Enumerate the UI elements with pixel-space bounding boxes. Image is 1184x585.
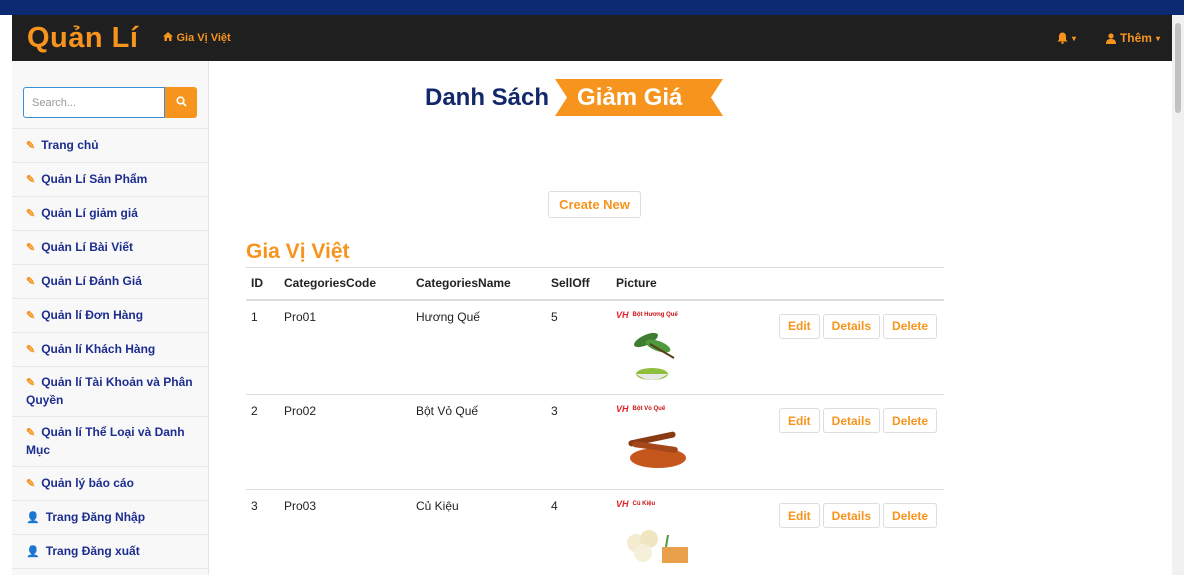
- page-title: Danh Sách Giảm Giá: [425, 79, 724, 116]
- table-row: 2 Pro02 Bột Vỏ Quế 3 VH Bột Vỏ Quế Edit …: [246, 394, 944, 490]
- cell-name: Bột Vỏ Quế: [411, 394, 546, 490]
- table-row: 3 Pro03 Củ Kiệu 4 VH Củ Kiệu Edit Detail…: [246, 490, 944, 585]
- more-dropdown[interactable]: Thêm ▾: [1105, 31, 1160, 45]
- search-icon: [175, 95, 187, 110]
- edit-icon: ✎: [26, 478, 36, 490]
- details-button[interactable]: Details: [822, 503, 881, 528]
- edit-icon: ✎: [26, 310, 36, 322]
- edit-button[interactable]: Edit: [779, 503, 820, 528]
- column-header-selloff: SellOff: [546, 267, 611, 301]
- brand-title[interactable]: Quản Lí: [27, 22, 138, 55]
- page-title-banner: Giảm Giá: [555, 79, 724, 116]
- sidebar-item-logout[interactable]: 👤 Trang Đăng xuất: [12, 535, 208, 569]
- brand-logo: VH Củ Kiệu: [616, 499, 656, 509]
- edit-icon: ✎: [26, 242, 36, 254]
- sidebar-menu: ✎ Trang chủ ✎ Quản Lí Sản Phẩm ✎ Quản Lí gi…: [12, 129, 208, 569]
- page-scrollbar[interactable]: [1172, 15, 1184, 575]
- cinnamon-sticks-icon: [628, 431, 686, 468]
- edit-icon: ✎: [26, 208, 36, 220]
- edit-icon: ✎: [26, 344, 36, 356]
- sidebar-item-reports[interactable]: ✎ Quản lý báo cáo: [12, 467, 208, 501]
- sidebar-item-orders[interactable]: ✎ Quản lí Đơn Hàng: [12, 299, 208, 333]
- search-button[interactable]: [165, 87, 197, 118]
- home-icon: [163, 32, 174, 44]
- edit-icon: ✎: [26, 427, 36, 439]
- delete-button[interactable]: Delete: [883, 503, 938, 528]
- cell-selloff: 5: [546, 299, 611, 395]
- create-new-button[interactable]: Create New: [548, 191, 641, 218]
- window-top-strip: [0, 0, 1184, 15]
- home-link[interactable]: Gia Vị Việt: [163, 32, 231, 44]
- cell-code: Pro03: [284, 499, 317, 513]
- user-icon: 👤: [26, 512, 40, 524]
- sidebar-search: Search...: [12, 61, 208, 129]
- column-header-name: CategoriesName: [411, 267, 546, 301]
- table-row: 1 Pro01 Hương Quế 5 VH Bột Hương Quế Edi…: [246, 299, 944, 395]
- details-button[interactable]: Details: [822, 408, 881, 433]
- top-navbar: Quản Lí Gia Vị Việt ▾ Thêm ▾: [12, 15, 1172, 61]
- brand-logo: VH Bột Vỏ Quế: [616, 404, 666, 414]
- cell-selloff: 4: [551, 499, 558, 513]
- user-icon: 👤: [26, 546, 40, 558]
- product-image: VH Bột Vỏ Quế: [616, 404, 696, 482]
- cell-id: 1: [246, 299, 279, 395]
- edit-icon: ✎: [26, 377, 36, 389]
- cell-selloff: 3: [546, 394, 611, 490]
- sidebar-item-discounts[interactable]: ✎ Quản Lí giảm giá: [12, 197, 208, 231]
- user-icon: [1105, 32, 1116, 44]
- discount-table: ID CategoriesCode CategoriesName SellOff…: [246, 267, 944, 585]
- sidebar-item-login[interactable]: 👤 Trang Đăng Nhập: [12, 501, 208, 535]
- sidebar-item-customers[interactable]: ✎ Quản lí Khách Hàng: [12, 333, 208, 367]
- bell-icon: [1057, 32, 1068, 44]
- edit-icon: ✎: [26, 276, 36, 288]
- details-button[interactable]: Details: [822, 313, 881, 339]
- cell-code: Pro01: [279, 299, 411, 395]
- column-header-actions: [774, 267, 944, 301]
- chevron-down-icon: ▾: [1071, 33, 1076, 43]
- column-header-code: CategoriesCode: [279, 267, 411, 301]
- cell-id: 2: [246, 394, 279, 490]
- cinnamon-powder-icon: [634, 332, 675, 380]
- sidebar: Search... ✎ Trang chủ ✎ Quản Lí Sản Phẩm ✎…: [12, 61, 209, 575]
- sidebar-item-reviews[interactable]: ✎ Quản Lí Đánh Giá: [12, 265, 208, 299]
- cell-id: 3: [251, 499, 258, 513]
- product-image: VH Củ Kiệu: [616, 499, 696, 577]
- table-header-row: ID CategoriesCode CategoriesName SellOff…: [246, 267, 944, 301]
- delete-button[interactable]: Delete: [883, 408, 938, 433]
- brand-logo: VH Bột Hương Quế: [616, 309, 678, 320]
- pickled-shallots-icon: [627, 530, 688, 563]
- delete-button[interactable]: Delete: [883, 313, 938, 339]
- more-label: Thêm: [1119, 31, 1152, 45]
- chevron-down-icon: ▾: [1155, 33, 1160, 43]
- cell-name: Hương Quế: [411, 299, 546, 395]
- search-input[interactable]: Search...: [23, 87, 165, 118]
- sidebar-item-home[interactable]: ✎ Trang chủ: [12, 129, 208, 163]
- column-header-picture: Picture: [611, 267, 774, 301]
- column-header-id: ID: [246, 267, 279, 301]
- main-content: Danh Sách Giảm Giá Create New Gia Vị Việ…: [209, 61, 1172, 575]
- sidebar-item-categories[interactable]: ✎ Quản lí Thể Loại và Danh Mục: [12, 417, 208, 467]
- edit-button[interactable]: Edit: [779, 408, 820, 433]
- page-title-part1: Danh Sách: [425, 83, 550, 111]
- sidebar-item-accounts[interactable]: ✎ Quản lí Tài Khoản và Phân Quyền: [12, 367, 208, 417]
- page-title-part2: Giảm Giá: [577, 83, 683, 111]
- product-image: VH Bột Hương Quế: [616, 310, 696, 388]
- cell-name: Củ Kiệu: [416, 499, 459, 513]
- section-heading: Gia Vị Việt: [246, 240, 350, 263]
- cell-code: Pro02: [279, 394, 411, 490]
- edit-icon: ✎: [26, 174, 36, 186]
- notification-dropdown[interactable]: ▾: [1057, 32, 1076, 44]
- scrollbar-thumb[interactable]: [1175, 23, 1181, 113]
- sidebar-item-posts[interactable]: ✎ Quản Lí Bài Viết: [12, 231, 208, 265]
- home-link-label: Gia Vị Việt: [176, 32, 231, 44]
- sidebar-item-products[interactable]: ✎ Quản Lí Sản Phẩm: [12, 163, 208, 197]
- edit-button[interactable]: Edit: [779, 313, 820, 339]
- edit-icon: ✎: [26, 140, 36, 152]
